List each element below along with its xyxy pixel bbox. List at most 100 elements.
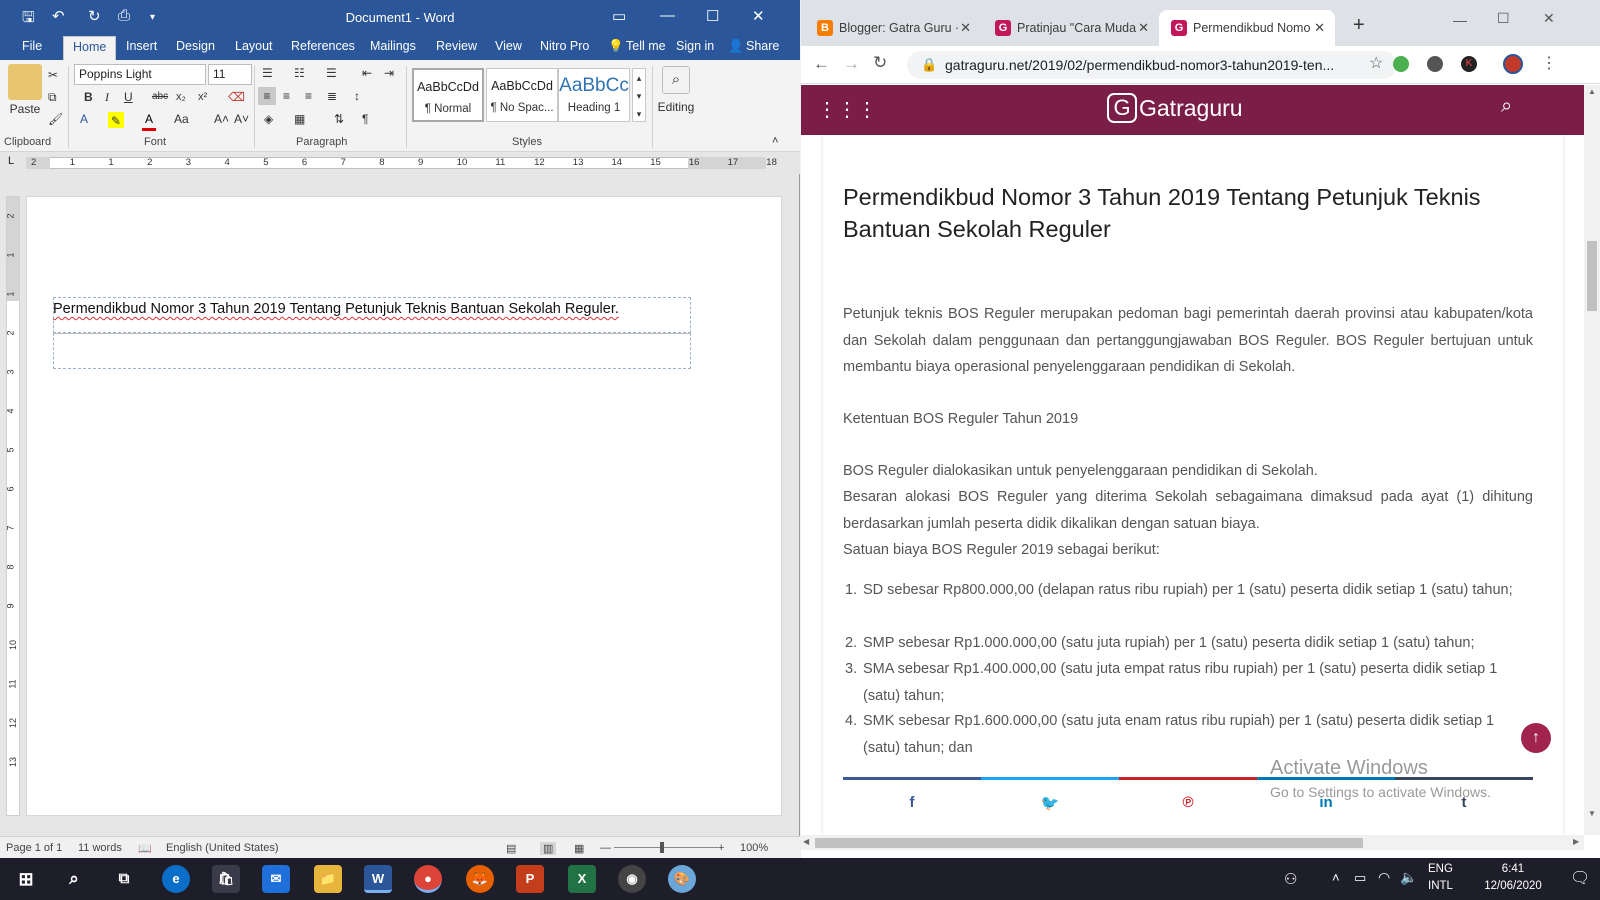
pinterest-share-button[interactable]: ℗ (1119, 777, 1257, 817)
clock-date[interactable]: 12/06/2020 (1466, 880, 1560, 892)
back-icon[interactable]: ← (813, 54, 830, 74)
change-case-icon[interactable]: Aa (174, 110, 189, 128)
minimize-icon[interactable]: — (1453, 12, 1467, 28)
font-size-combo[interactable]: 11 (208, 64, 252, 85)
tab-review[interactable]: Review (436, 39, 477, 53)
align-center-icon[interactable]: ≡ (283, 87, 290, 105)
styles-scroll[interactable]: ▴ ▾ ▾ (632, 68, 646, 122)
font-color-icon[interactable]: A (142, 110, 156, 131)
clear-formatting-icon[interactable]: ⌫ (228, 88, 245, 106)
grow-font-icon[interactable]: A˄ (214, 110, 229, 128)
document-page[interactable]: Permendikbud Nomor 3 Tahun 2019 Tentang … (26, 196, 782, 816)
paste-icon[interactable] (8, 64, 42, 100)
table-cell[interactable] (53, 333, 691, 369)
url-text[interactable]: gatraguru.net/2019/02/permendikbud-nomor… (945, 57, 1334, 73)
close-icon[interactable]: ✕ (752, 7, 765, 25)
increase-indent-icon[interactable]: ⇥ (384, 64, 394, 82)
format-painter-icon[interactable]: 🖌 (48, 110, 63, 128)
close-tab-icon[interactable]: ✕ (960, 20, 971, 36)
horizontal-ruler[interactable]: L 2 1 1 2 3 4 5 6 7 8 9 10 11 12 13 14 15 16 17 18 (0, 152, 800, 174)
line-spacing-icon[interactable]: ↕ (354, 87, 360, 105)
maximize-icon[interactable]: ☐ (1497, 10, 1510, 27)
close-icon[interactable]: ✕ (1543, 10, 1555, 27)
bullets-icon[interactable]: ☰ (262, 64, 273, 82)
windows-start-icon[interactable]: ⊞ (12, 865, 40, 893)
proofing-icon[interactable]: 📖 (138, 842, 152, 855)
twitter-share-button[interactable]: 🐦 (981, 777, 1119, 817)
scroll-thumb[interactable] (815, 838, 1363, 848)
mail-icon[interactable]: ✉ (262, 865, 290, 893)
facebook-share-button[interactable]: f (843, 777, 981, 817)
wifi-icon[interactable]: ◠ (1378, 869, 1390, 886)
sign-in-link[interactable]: Sign in (676, 39, 714, 53)
firefox-icon[interactable]: 🦊 (466, 865, 494, 893)
italic-button[interactable]: I (105, 88, 109, 106)
ribbon-display-icon[interactable]: ▭ (612, 7, 626, 25)
horizontal-scrollbar[interactable]: ◀ ▶ (801, 835, 1584, 850)
close-tab-icon[interactable]: ✕ (1314, 20, 1325, 36)
shading-icon[interactable]: ◈ (264, 110, 273, 128)
decrease-indent-icon[interactable]: ⇤ (362, 64, 372, 82)
style-heading-1[interactable]: AaBbCc Heading 1 (558, 68, 630, 122)
tab-layout[interactable]: Layout (235, 39, 273, 53)
numbering-icon[interactable]: ☷ (294, 64, 305, 82)
media-player-icon[interactable]: ◉ (618, 865, 646, 893)
extension-icon[interactable] (1393, 56, 1409, 72)
style-normal[interactable]: AaBbCcDd ¶ Normal (412, 68, 484, 122)
justify-icon[interactable]: ≣ (327, 87, 337, 105)
search-icon[interactable]: ⌕ (60, 865, 88, 893)
language-indicator[interactable]: ENG (1428, 863, 1453, 875)
site-logo[interactable]: Gatraguru (1139, 95, 1243, 122)
page-count[interactable]: Page 1 of 1 (6, 842, 62, 854)
minimize-icon[interactable]: — (660, 7, 675, 24)
share-button[interactable]: Share (746, 39, 779, 53)
sort-icon[interactable]: ⇅ (334, 110, 344, 128)
underline-button[interactable]: U (124, 88, 133, 106)
highlight-icon[interactable]: ✎ (108, 112, 124, 128)
bookmark-star-icon[interactable]: ☆ (1369, 53, 1383, 73)
tab-file[interactable]: File (22, 39, 42, 53)
scroll-to-top-button[interactable]: ↑ (1521, 723, 1551, 753)
store-icon[interactable]: 🛍 (212, 865, 240, 893)
maximize-icon[interactable]: ☐ (706, 7, 719, 25)
document-text[interactable]: Permendikbud Nomor 3 Tahun 2019 Tentang … (53, 301, 619, 317)
scroll-right-icon[interactable]: ▶ (1573, 837, 1579, 846)
tab-mailings[interactable]: Mailings (370, 39, 416, 53)
word-taskbar-icon[interactable]: W (364, 865, 392, 893)
show-formatting-icon[interactable]: ¶ (362, 110, 368, 128)
copy-icon[interactable]: ⧉ (48, 88, 57, 106)
style-no-spacing[interactable]: AaBbCcDd ¶ No Spac... (486, 68, 558, 122)
multilevel-list-icon[interactable]: ☰ (326, 64, 337, 82)
tab-home[interactable]: Home (63, 36, 117, 60)
forward-icon[interactable]: → (843, 54, 860, 74)
browser-tab[interactable]: B Blogger: Gatra Guru · ✕ (805, 10, 981, 46)
tab-view[interactable]: View (495, 39, 522, 53)
search-icon[interactable]: ⌕ (662, 66, 690, 94)
superscript-button[interactable]: x² (198, 88, 207, 106)
keyboard-layout[interactable]: INTL (1428, 880, 1453, 892)
scroll-down-icon[interactable]: ▼ (1588, 809, 1596, 818)
borders-icon[interactable]: ▦ (294, 110, 305, 128)
tell-me-box[interactable]: Tell me (626, 39, 666, 53)
file-explorer-icon[interactable]: 📁 (314, 865, 342, 893)
search-icon[interactable]: ⌕ (1501, 95, 1512, 118)
new-tab-icon[interactable]: + (1353, 14, 1365, 37)
people-icon[interactable]: ⚇ (1284, 870, 1297, 888)
paste-button[interactable]: Paste (6, 100, 44, 118)
volume-icon[interactable]: 🔈 (1400, 869, 1417, 886)
chrome-taskbar-icon[interactable]: ● (414, 865, 442, 893)
read-mode-icon[interactable]: ▤ (506, 842, 516, 855)
vertical-scrollbar[interactable]: ▲ ▼ (1584, 85, 1600, 835)
subscript-button[interactable]: x₂ (176, 88, 186, 106)
address-bar[interactable]: 🔒 gatraguru.net/2019/02/permendikbud-nom… (907, 51, 1397, 79)
scroll-left-icon[interactable]: ◀ (803, 837, 809, 846)
zoom-out-icon[interactable]: — (600, 842, 611, 854)
extension-icon[interactable]: K (1461, 56, 1477, 72)
zoom-in-icon[interactable]: + (718, 842, 724, 854)
notification-icon[interactable]: 🗨 (1570, 868, 1590, 888)
paint-icon[interactable]: 🎨 (668, 865, 696, 893)
bold-button[interactable]: B (84, 88, 93, 106)
tab-insert[interactable]: Insert (126, 39, 157, 53)
print-layout-icon[interactable]: ▥ (540, 842, 557, 855)
close-tab-icon[interactable]: ✕ (1138, 20, 1149, 36)
